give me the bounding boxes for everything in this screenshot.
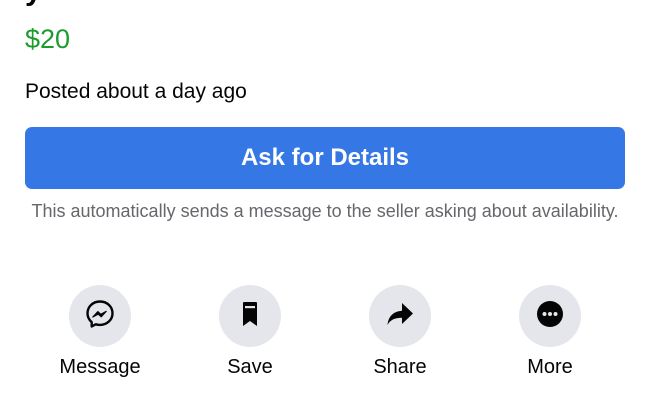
more-icon-circle[interactable] [519, 285, 581, 347]
listing-price: $20 [25, 24, 71, 54]
message-button[interactable]: Message [35, 285, 165, 379]
save-button[interactable]: Save [185, 285, 315, 379]
listing-title-partial: y [25, 0, 42, 8]
messenger-icon [84, 298, 116, 335]
bookmark-icon [236, 299, 264, 334]
posted-time: Posted about a day ago [25, 80, 247, 103]
ask-for-details-label: Ask for Details [240, 144, 410, 171]
message-label: Message [59, 356, 141, 378]
share-arrow-icon [384, 299, 416, 334]
ask-disclaimer: This automatically sends a message to th… [31, 201, 619, 221]
share-icon-circle[interactable] [369, 285, 431, 347]
share-label: Share [373, 356, 427, 378]
save-label: Save [227, 356, 273, 378]
share-button[interactable]: Share [335, 285, 465, 379]
more-dots-icon [535, 299, 565, 334]
action-bar: Message Save Share More [0, 285, 650, 385]
save-icon-circle[interactable] [219, 285, 281, 347]
more-button[interactable]: More [485, 285, 615, 379]
ask-for-details-button[interactable]: Ask for Details [25, 127, 625, 189]
message-icon-circle[interactable] [69, 285, 131, 347]
more-label: More [527, 356, 573, 378]
